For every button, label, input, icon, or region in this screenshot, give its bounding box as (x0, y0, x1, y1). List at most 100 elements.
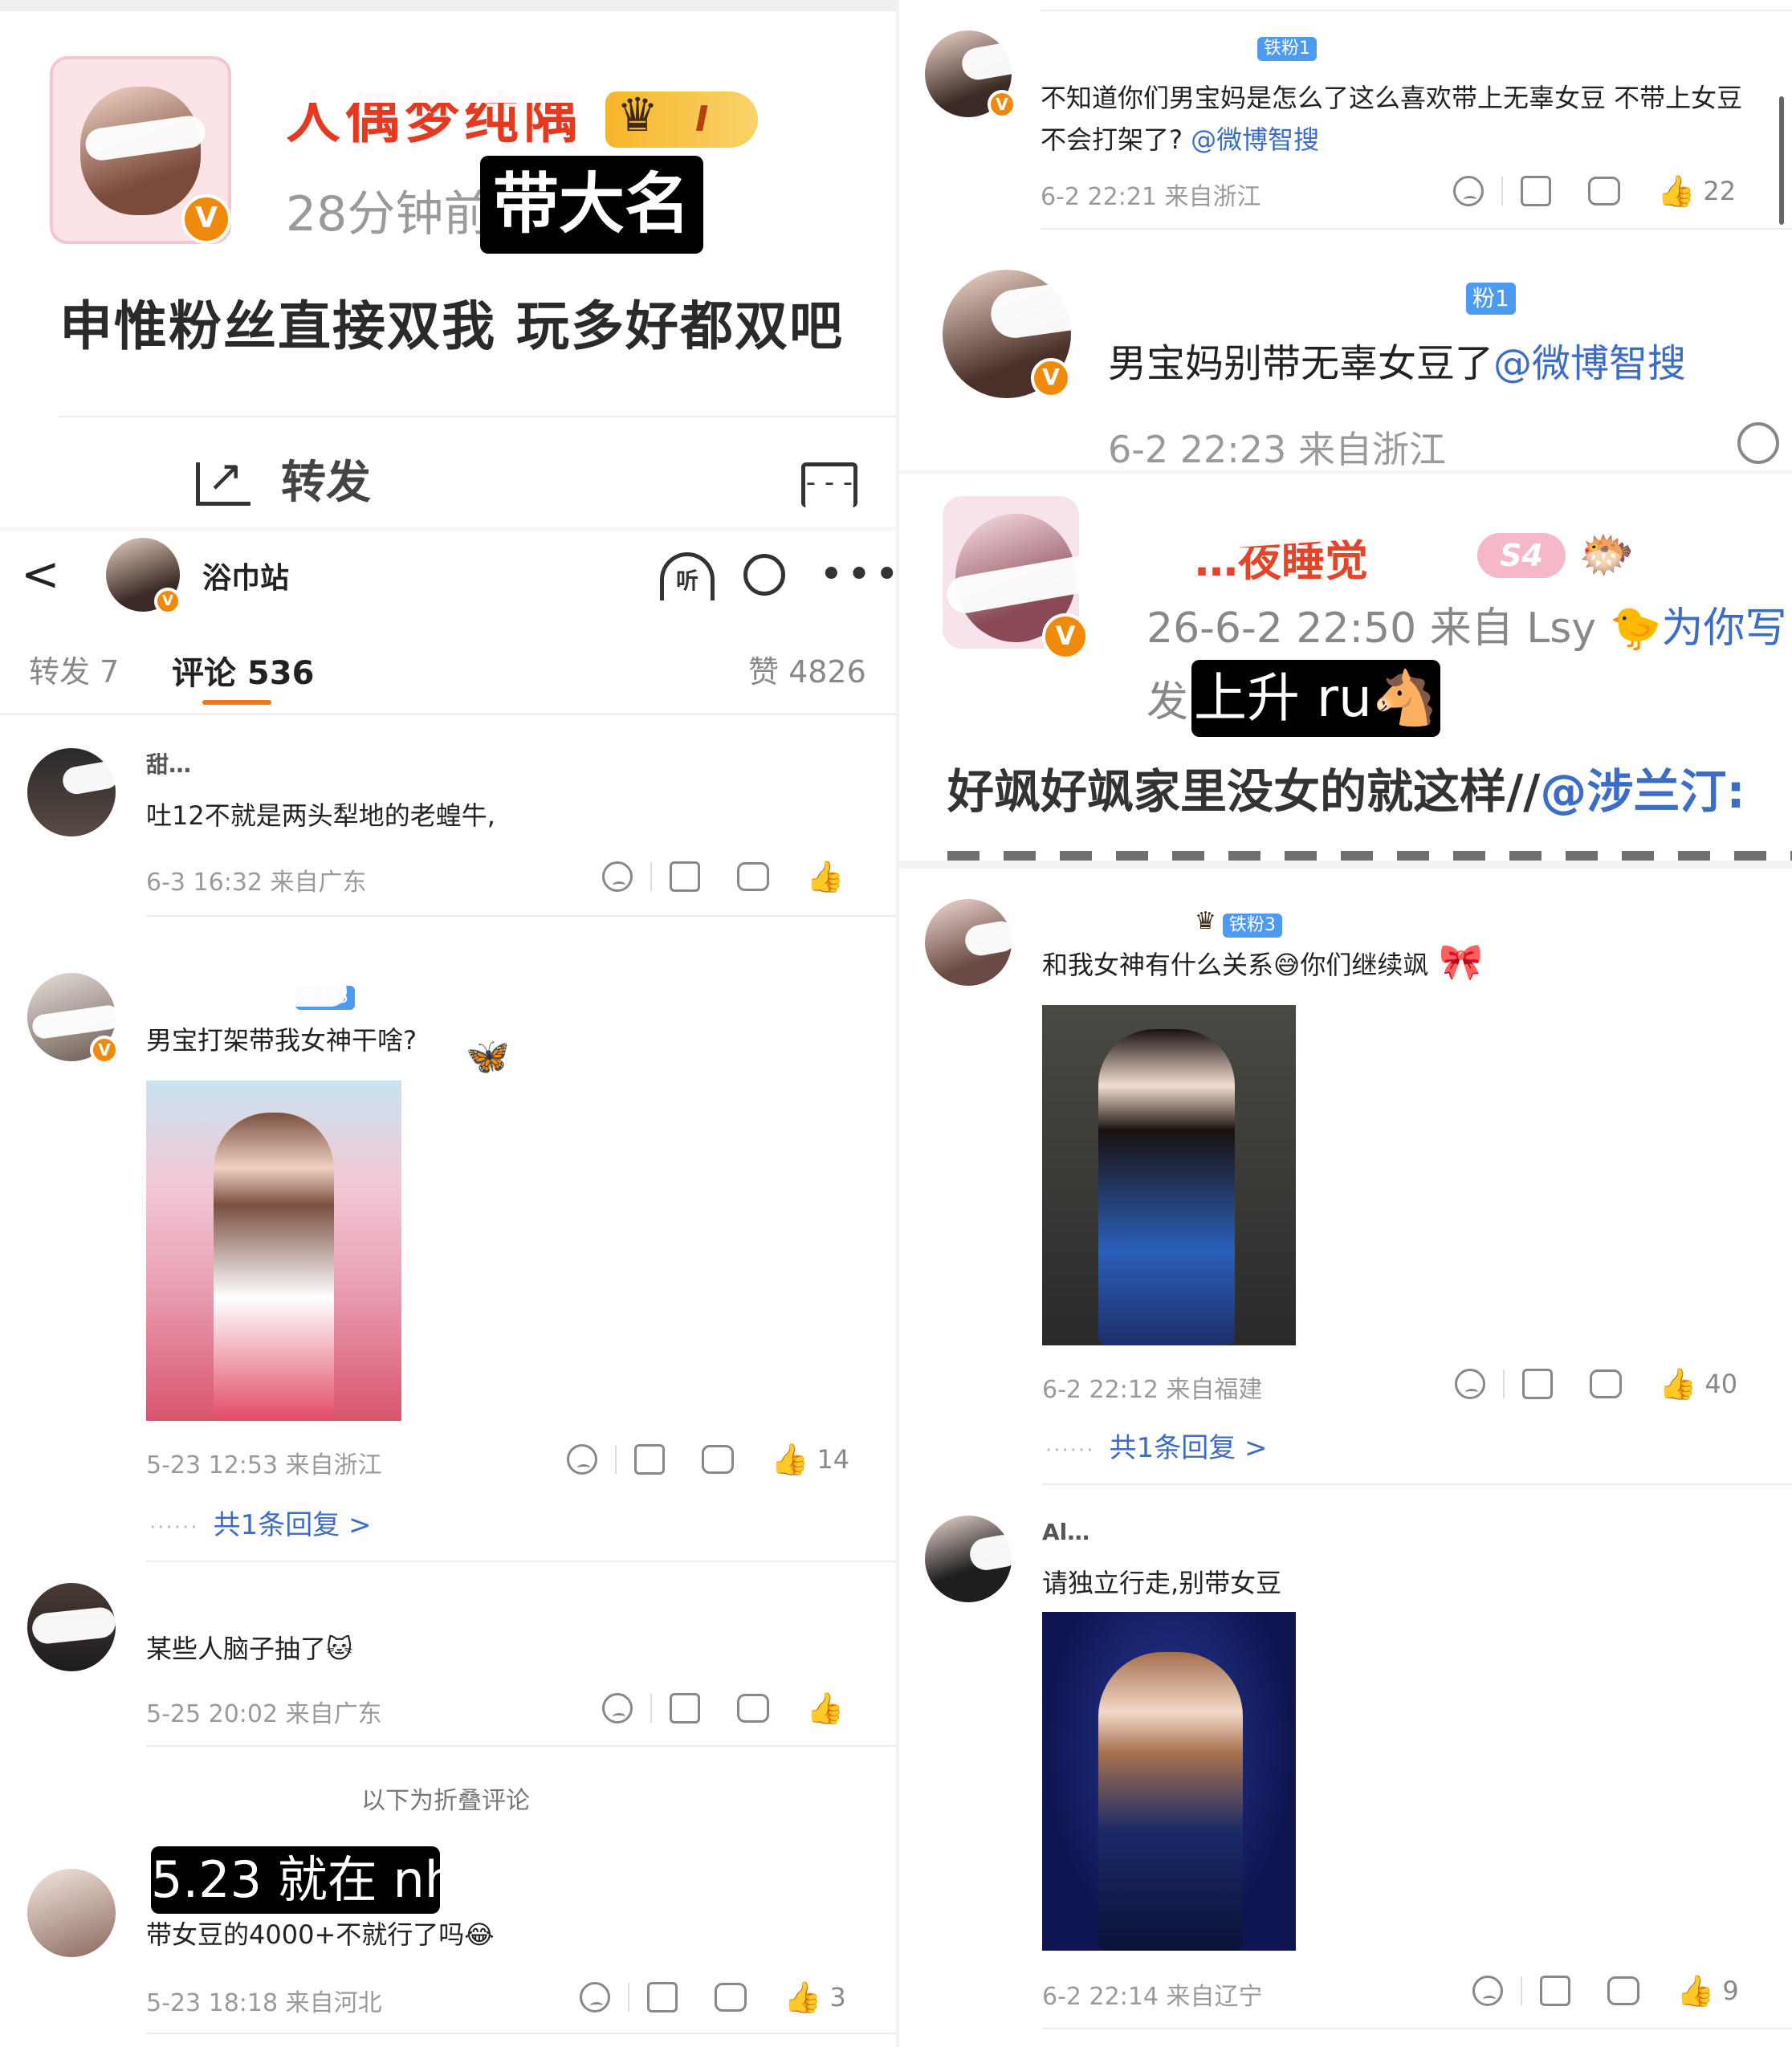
dislike-icon[interactable] (1455, 1369, 1485, 1399)
verified-badge: V (181, 194, 231, 244)
comment-meta: 6-3 16:32 来自广东 (146, 869, 367, 897)
overlay-label-daiming: 带大名 (480, 156, 703, 254)
comment-meta: 6-2 22:12 来自福建 (1042, 1376, 1263, 1404)
share-icon[interactable] (1540, 1976, 1570, 2006)
share-icon[interactable] (1521, 176, 1551, 206)
tab-active-underline (202, 700, 271, 705)
mention-link[interactable]: @微博智搜 (1191, 124, 1319, 155)
comment-photo[interactable] (1042, 1005, 1296, 1345)
action-separator (1521, 1976, 1522, 2005)
repost-meta-prefix: 26-6-2 22:50 来自 Lsy (1146, 604, 1597, 653)
fan-badge-label: 粉1 (1466, 283, 1516, 315)
repost-label[interactable]: 转发 (281, 454, 371, 512)
dislike-icon[interactable] (602, 861, 633, 892)
verified-badge: V (1031, 358, 1071, 398)
like-icon[interactable]: 👍 (1659, 1366, 1696, 1402)
dislike-icon[interactable] (580, 1982, 610, 2012)
comment-divider (146, 915, 898, 917)
reply-icon[interactable] (1607, 1976, 1639, 2005)
comment-divider (1042, 1483, 1792, 1485)
like-icon[interactable]: 👍 (771, 1442, 808, 1477)
verified-badge: V (90, 1036, 119, 1064)
like-icon[interactable]: 👍 (784, 1980, 821, 2015)
view-replies-link[interactable]: ······ 共1条回复 > (149, 1503, 372, 1542)
scrollbar[interactable] (1779, 96, 1784, 225)
reply-icon[interactable] (1590, 1369, 1622, 1398)
reply-icon[interactable] (1588, 177, 1620, 206)
verified-badge: V (1042, 613, 1089, 660)
comment-meta: 6-2 22:14 来自辽宁 (1042, 1983, 1263, 2011)
comment-photo[interactable] (146, 1080, 401, 1421)
tab-likes[interactable]: 赞 4826 (748, 647, 866, 691)
comment-text: 和我女神有什么关系😅你们继续飒 (1042, 950, 1429, 980)
share-icon[interactable] (647, 1982, 678, 2012)
like-icon[interactable]: 👍 (806, 859, 844, 894)
verified-badge: V (988, 90, 1016, 119)
like-icon[interactable]: 👍 (806, 1691, 844, 1726)
comment-text: 男宝打架带我女神干啥? (146, 1025, 417, 1056)
like-icon[interactable]: 👍 (1657, 173, 1695, 209)
overlay-label-rise: 上升 ru🐴 (1191, 660, 1440, 737)
fan-badge: 粉1 (1460, 283, 1516, 315)
overlay-label-523: 5.23 就在 nh (151, 1846, 456, 1914)
comment-photo[interactable] (1042, 1612, 1296, 1951)
section-divider (898, 861, 1792, 869)
repost-meta-line2: 发 (1146, 678, 1189, 726)
comment-box-icon[interactable]: - - - (801, 462, 857, 507)
fan-level: I (695, 99, 709, 140)
source-link[interactable]: 为你写 (1661, 604, 1786, 653)
fan-badge: ♛ 铁粉3 (1195, 907, 1282, 938)
tab-repost[interactable]: 转发 7 (29, 647, 133, 691)
comment-divider (1041, 228, 1792, 230)
photo-figure (1098, 1029, 1235, 1345)
more-icon[interactable]: ••• (819, 554, 898, 596)
action-separator (615, 1445, 617, 1474)
photo-figure (1098, 1652, 1243, 1951)
butterfly-sticker: 🦋 (466, 1036, 510, 1077)
crown-fan-badge: I ♛ (605, 87, 758, 148)
dislike-icon[interactable] (602, 1693, 633, 1723)
back-button[interactable]: < (21, 547, 60, 600)
tab-comments[interactable]: 评论 536 (172, 647, 314, 694)
dislike-icon[interactable] (567, 1444, 597, 1475)
comment-actions: 👍 3 (580, 1980, 846, 2015)
commenter-name[interactable]: 甜… (146, 753, 323, 780)
post-avatar-frame[interactable]: V (50, 56, 231, 244)
mention-link[interactable]: @涉兰汀: (1540, 764, 1745, 819)
reply-icon[interactable] (737, 1694, 769, 1723)
action-separator (1503, 1369, 1505, 1398)
comment-actions: 👍 40 (1455, 1366, 1737, 1402)
like-icon[interactable]: 👍 (1676, 1973, 1714, 2008)
search-icon[interactable] (743, 554, 785, 596)
reply-icon[interactable] (702, 1445, 734, 1474)
dislike-icon[interactable] (1472, 1976, 1503, 2006)
comment-divider (146, 1745, 898, 1747)
comment-avatar[interactable] (27, 1869, 116, 1957)
listen-icon[interactable]: 听 (660, 552, 715, 600)
comment-text: 请独立行走,别带女豆 (1042, 1568, 1282, 1598)
account-name[interactable]: 浴巾站 (202, 559, 289, 599)
reply-icon[interactable] (737, 862, 769, 891)
comment-text: 男宝妈别带无辜女豆了@微博智搜 (1108, 336, 1686, 392)
share-icon[interactable] (670, 861, 700, 892)
mention-link[interactable]: @微博智搜 (1493, 341, 1686, 386)
action-separator (650, 1694, 652, 1723)
share-icon[interactable] (1522, 1369, 1553, 1399)
fish-sticker-icon: 🐡 (1578, 529, 1635, 581)
source-emoji-icon: 🐤 (1609, 604, 1662, 653)
name-censor-mark (1041, 35, 1233, 63)
comment-divider (1041, 10, 1792, 11)
view-replies-link[interactable]: ······ 共1条回复 > (1045, 1426, 1268, 1465)
crown-icon: ♛ (617, 87, 658, 142)
reply-icon[interactable] (715, 1983, 747, 2012)
repost-meta: 26-6-2 22:50 来自 Lsy 🐤为你写 (1146, 600, 1786, 657)
dislike-icon[interactable] (1453, 176, 1484, 206)
share-icon[interactable] (634, 1444, 665, 1475)
hello-kitty-sticker: 🎀 (1439, 942, 1483, 983)
dislike-icon[interactable] (1737, 422, 1779, 464)
commenter-name[interactable]: Al… (1042, 1519, 1089, 1548)
action-separator (1501, 177, 1503, 206)
screenshot-collage: V 人偶梦纯隅 I ♛ 28分钟前 带大名 申惟粉丝直接双我 玩多好都双吧 ↗ … (0, 0, 1792, 2047)
folded-comments-label[interactable]: 以下为折叠评论 (361, 1780, 530, 1816)
share-icon[interactable] (670, 1693, 700, 1723)
